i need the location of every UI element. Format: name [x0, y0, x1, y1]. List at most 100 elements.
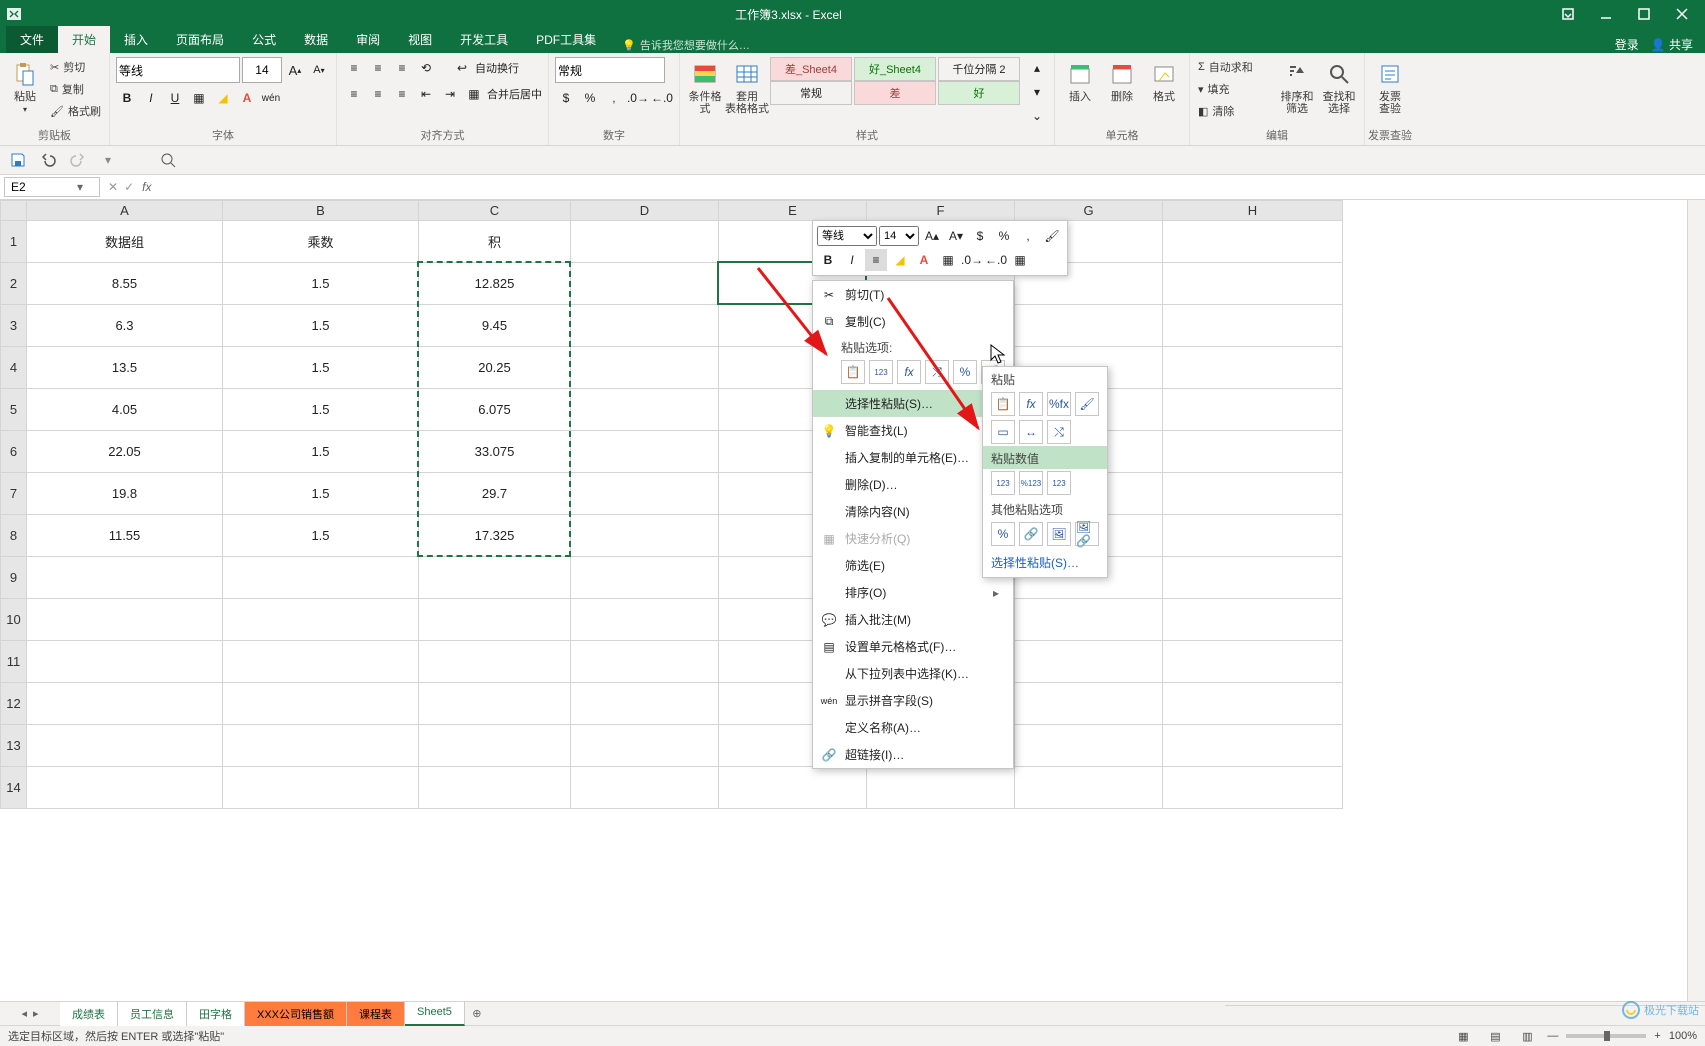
sub-paste-link[interactable]: 🔗	[1019, 522, 1043, 546]
cell-B7[interactable]: 1.5	[223, 473, 419, 515]
sub-paste-formatting[interactable]: %	[991, 522, 1015, 546]
col-header-G[interactable]: G	[1015, 201, 1163, 221]
ctx-cut[interactable]: ✂剪切(T)	[813, 281, 1013, 308]
style-good[interactable]: 好	[938, 81, 1020, 105]
cell-H5[interactable]	[1163, 389, 1343, 431]
cell-B5[interactable]: 1.5	[223, 389, 419, 431]
mini-format-painter[interactable]: 🖌	[1041, 225, 1063, 247]
cell-A14[interactable]	[27, 767, 223, 809]
cell-A11[interactable]	[27, 641, 223, 683]
cell-A8[interactable]: 11.55	[27, 515, 223, 557]
cell-B12[interactable]	[223, 683, 419, 725]
find-select-button[interactable]: 查找和选择	[1320, 57, 1358, 127]
ctx-define-name[interactable]: 定义名称(A)…	[813, 714, 1013, 741]
cell-C8[interactable]: 17.325	[419, 515, 571, 557]
view-page-layout-button[interactable]: ▤	[1483, 1027, 1507, 1045]
mini-accounting-format[interactable]: $	[969, 225, 991, 247]
cell-C12[interactable]	[419, 683, 571, 725]
formula-input[interactable]	[157, 175, 1705, 199]
ctx-sort[interactable]: 排序(O)▸	[813, 579, 1013, 606]
cell-G11[interactable]	[1015, 641, 1163, 683]
row-header-6[interactable]: 6	[1, 431, 27, 473]
paste-option-formatting[interactable]: %	[953, 360, 977, 384]
accounting-format-button[interactable]: $	[555, 87, 577, 109]
zoom-slider[interactable]	[1566, 1034, 1646, 1038]
cell-B2[interactable]: 1.5	[223, 263, 419, 305]
cell-G12[interactable]	[1015, 683, 1163, 725]
tab-data[interactable]: 数据	[290, 26, 342, 53]
cell-C10[interactable]	[419, 599, 571, 641]
cell-B14[interactable]	[223, 767, 419, 809]
tab-review[interactable]: 审阅	[342, 26, 394, 53]
mini-font-color[interactable]: A	[913, 249, 935, 271]
cell-H8[interactable]	[1163, 515, 1343, 557]
mini-font-name[interactable]: 等线	[817, 226, 877, 246]
align-top-button[interactable]: ≡	[343, 57, 365, 79]
style-good-sheet4[interactable]: 好_Sheet4	[854, 57, 936, 81]
style-normal[interactable]: 常规	[770, 81, 852, 105]
tab-formulas[interactable]: 公式	[238, 26, 290, 53]
fx-label[interactable]: fx	[142, 175, 157, 199]
row-header-12[interactable]: 12	[1, 683, 27, 725]
invoice-check-button[interactable]: 发票 查验	[1371, 57, 1409, 127]
cell-H6[interactable]	[1163, 431, 1343, 473]
sub-paste-linked-picture[interactable]: 🖼🔗	[1075, 522, 1099, 546]
cell-B9[interactable]	[223, 557, 419, 599]
copy-button[interactable]: ⧉复制	[48, 79, 103, 99]
cell-G14[interactable]	[1015, 767, 1163, 809]
cell-C2[interactable]: 12.825	[419, 263, 571, 305]
sub-paste-values-numfmt[interactable]: %123	[1019, 471, 1043, 495]
sheet-tab-3[interactable]: XXX公司销售额	[245, 1002, 347, 1026]
cell-H2[interactable]	[1163, 263, 1343, 305]
fill-color-button[interactable]: ◢	[212, 87, 234, 109]
mini-align-center[interactable]: ≡	[865, 249, 887, 271]
percent-format-button[interactable]: %	[579, 87, 601, 109]
cell-D12[interactable]	[571, 683, 719, 725]
row-header-9[interactable]: 9	[1, 557, 27, 599]
tab-page-layout[interactable]: 页面布局	[162, 26, 238, 53]
cell-B4[interactable]: 1.5	[223, 347, 419, 389]
redo-button[interactable]	[68, 150, 88, 170]
paste-option-all[interactable]: 📋	[841, 360, 865, 384]
font-size-input[interactable]	[242, 57, 282, 83]
cell-A3[interactable]: 6.3	[27, 305, 223, 347]
autosum-button[interactable]: Σ自动求和	[1196, 57, 1274, 77]
tab-file[interactable]: 文件	[6, 26, 58, 53]
share-button[interactable]: 👤 共享	[1651, 36, 1693, 53]
cell-A1[interactable]: 数据组	[27, 221, 223, 263]
align-left-button[interactable]: ≡	[343, 83, 365, 105]
sub-paste-values-source-fmt[interactable]: 123	[1047, 471, 1071, 495]
row-header-4[interactable]: 4	[1, 347, 27, 389]
cell-B6[interactable]: 1.5	[223, 431, 419, 473]
cell-G13[interactable]	[1015, 725, 1163, 767]
sheet-nav-next-icon[interactable]: ▸	[33, 1007, 39, 1020]
cell-styles-gallery[interactable]: 差_Sheet4 好_Sheet4 千位分隔 2 常规 差 好	[770, 57, 1020, 103]
undo-button[interactable]	[38, 150, 58, 170]
cell-C9[interactable]	[419, 557, 571, 599]
increase-decimal-button[interactable]: .0→	[627, 87, 649, 109]
format-cells-button[interactable]: 格式	[1145, 57, 1183, 127]
style-bad[interactable]: 差	[854, 81, 936, 105]
sub-paste-values[interactable]: 123	[991, 471, 1015, 495]
cell-H10[interactable]	[1163, 599, 1343, 641]
mini-increase-decimal[interactable]: .0→	[961, 249, 983, 271]
view-page-break-button[interactable]: ▥	[1515, 1027, 1539, 1045]
cell-D3[interactable]	[571, 305, 719, 347]
name-box[interactable]: ▾	[4, 177, 100, 197]
format-as-table-button[interactable]: 套用 表格格式	[728, 57, 766, 127]
ctx-hyperlink[interactable]: 🔗超链接(I)…	[813, 741, 1013, 768]
style-comma2[interactable]: 千位分隔 2	[938, 57, 1020, 81]
cell-A6[interactable]: 22.05	[27, 431, 223, 473]
col-header-A[interactable]: A	[27, 201, 223, 221]
sub-paste-all[interactable]: 📋	[991, 392, 1015, 416]
number-format-select[interactable]	[555, 57, 665, 83]
align-right-button[interactable]: ≡	[391, 83, 413, 105]
sheet-tab-0[interactable]: 成绩表	[60, 1002, 118, 1026]
cell-A9[interactable]	[27, 557, 223, 599]
horizontal-scrollbar[interactable]	[1225, 1005, 1705, 1023]
paste-option-transpose[interactable]: ⤭	[925, 360, 949, 384]
paste-button[interactable]: 粘贴 ▾	[6, 57, 44, 127]
zoom-level[interactable]: 100%	[1669, 1030, 1697, 1042]
cell-D2[interactable]	[571, 263, 719, 305]
cell-H14[interactable]	[1163, 767, 1343, 809]
